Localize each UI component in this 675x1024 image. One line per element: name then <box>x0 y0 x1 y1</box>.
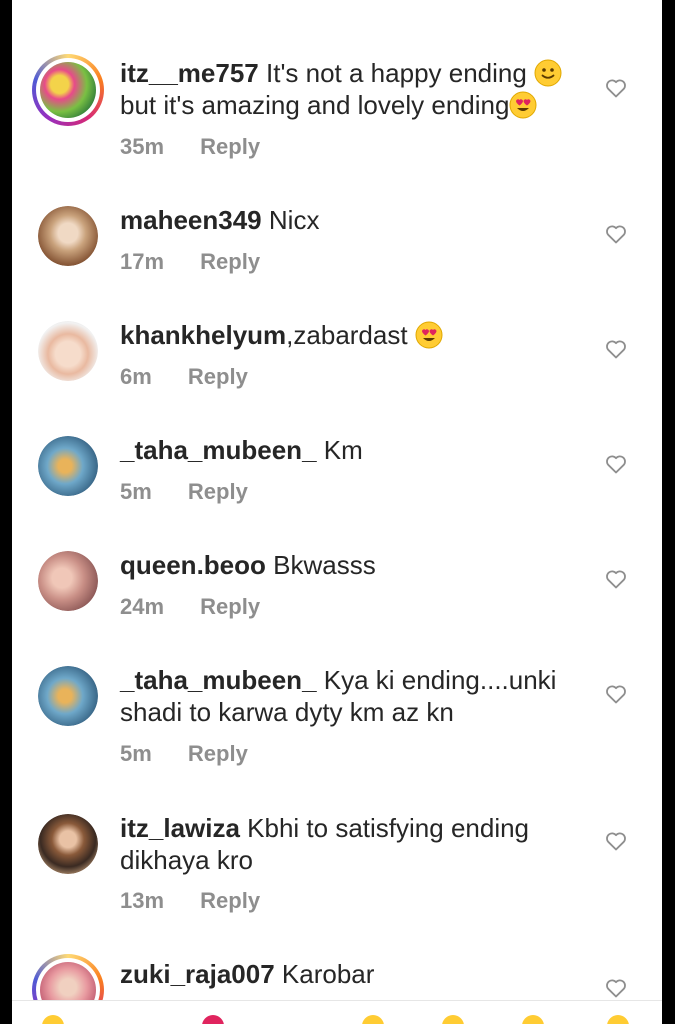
heart-outline-icon[interactable] <box>604 567 628 591</box>
reply-button[interactable]: Reply <box>188 741 248 767</box>
comment-time: 35m <box>120 134 165 159</box>
comment-text: zuki_raja007 Karobar <box>120 958 590 990</box>
comment-time: 5m <box>120 741 152 766</box>
reply-button[interactable]: Reply <box>188 364 248 390</box>
heart-outline-icon[interactable] <box>604 452 628 476</box>
heart-outline-icon[interactable] <box>604 682 628 706</box>
reply-button[interactable]: Reply <box>200 888 260 914</box>
avatar[interactable] <box>38 321 98 381</box>
comment-username[interactable]: maheen349 <box>120 205 262 235</box>
comment-body: shadi to karwa dyty km az kn <box>120 697 454 727</box>
avatar[interactable] <box>32 954 104 1000</box>
reply-button[interactable]: Reply <box>200 594 260 620</box>
comment-time: 6m <box>120 364 152 389</box>
comment-body: Nicx <box>268 205 320 235</box>
heart-outline-icon[interactable] <box>604 337 628 361</box>
avatar[interactable] <box>38 206 98 266</box>
comment-text: _taha_mubeen_ Kya ki ending....unki shad… <box>120 664 590 728</box>
comment-username[interactable]: itz_lawiza <box>120 813 240 843</box>
comments-screen: itz__me757 It's not a happy ending but i… <box>12 0 662 1024</box>
comment-body: Bkwasss <box>273 550 376 580</box>
reply-button[interactable]: Reply <box>200 134 260 160</box>
comment-body: Kya ki ending....unki <box>323 665 557 695</box>
emoji-icon[interactable] <box>522 1015 544 1024</box>
avatar[interactable] <box>38 814 98 874</box>
comment-text: queen.beoo Bkwasss <box>120 549 590 581</box>
comment-text: khankhelyum,zabardast <box>120 319 590 351</box>
comment-body: It's not a happy ending <box>266 58 527 88</box>
comment-meta: 5m Reply <box>120 741 248 767</box>
emoji-icon[interactable] <box>42 1015 64 1024</box>
comment-time: 13m <box>120 888 165 913</box>
comment-username[interactable]: zuki_raja007 <box>120 959 275 989</box>
comment-list[interactable]: itz__me757 It's not a happy ending but i… <box>12 0 662 1000</box>
avatar[interactable] <box>32 54 104 126</box>
emoji-icon[interactable] <box>607 1015 629 1024</box>
heart-eyes-emoji <box>415 321 443 349</box>
comment-body: Km <box>323 435 363 465</box>
comment-meta: 17m Reply <box>120 249 260 275</box>
reply-button[interactable]: Reply <box>188 479 248 505</box>
heart-outline-icon[interactable] <box>604 976 628 1000</box>
comment-time: 24m <box>120 594 165 619</box>
reply-button[interactable]: Reply <box>200 249 260 275</box>
avatar[interactable] <box>38 551 98 611</box>
heart-eyes-emoji <box>509 91 537 119</box>
heart-outline-icon[interactable] <box>604 222 628 246</box>
comment-meta: 35m Reply <box>120 134 260 160</box>
emoji-quick-bar[interactable] <box>12 1000 662 1024</box>
comment-time: 17m <box>120 249 165 274</box>
heart-outline-icon[interactable] <box>604 829 628 853</box>
comment-username[interactable]: _taha_mubeen_ <box>120 665 317 695</box>
comment-body: Kbhi to satisfying ending <box>247 813 530 843</box>
comment-username[interactable]: khankhelyum <box>120 320 286 350</box>
comment-username[interactable]: queen.beoo <box>120 550 266 580</box>
heart-outline-icon[interactable] <box>604 76 628 100</box>
comment-text: maheen349 Nicx <box>120 204 590 236</box>
emoji-icon[interactable] <box>362 1015 384 1024</box>
comment-body: Karobar <box>281 959 375 989</box>
comment-body: but it's amazing and lovely ending <box>120 90 510 120</box>
comment-body: dikhaya kro <box>120 845 253 875</box>
slightly-smiling-face-emoji <box>534 59 562 87</box>
comment-username[interactable]: _taha_mubeen_ <box>120 435 317 465</box>
emoji-icon[interactable] <box>442 1015 464 1024</box>
comment-time: 5m <box>120 479 152 504</box>
comment-meta: 6m Reply <box>120 364 248 390</box>
comment-meta: 5m Reply <box>120 479 248 505</box>
avatar[interactable] <box>38 666 98 726</box>
avatar[interactable] <box>38 436 98 496</box>
comment-username[interactable]: itz__me757 <box>120 58 259 88</box>
comment-body: ,zabardast <box>286 320 408 350</box>
emoji-icon[interactable] <box>202 1015 224 1024</box>
comment-meta: 24m Reply <box>120 594 260 620</box>
comment-meta: 13m Reply <box>120 888 260 914</box>
comment-text: _taha_mubeen_ Km <box>120 434 590 466</box>
comment-text: itz_lawiza Kbhi to satisfying ending dik… <box>120 812 590 876</box>
comment-text: itz__me757 It's not a happy ending but i… <box>120 57 590 121</box>
